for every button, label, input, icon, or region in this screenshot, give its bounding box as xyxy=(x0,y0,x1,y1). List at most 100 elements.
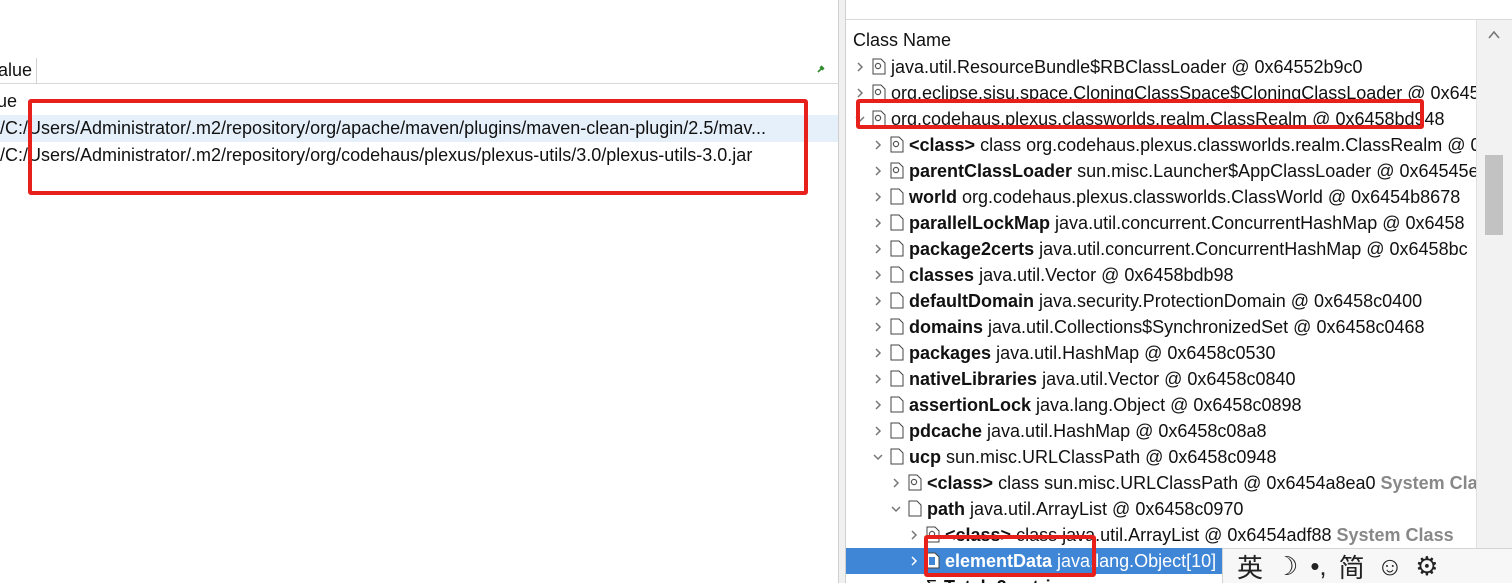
app-window: alue ue /C:/Users/Administrator/.m2/repo… xyxy=(0,0,1512,583)
chevron-right-icon[interactable] xyxy=(908,555,920,567)
punctuation-icon[interactable]: •, xyxy=(1310,551,1326,582)
chevron-right-icon[interactable] xyxy=(872,243,884,255)
field-name: classes xyxy=(909,265,975,285)
class-tree-pane: Class Name java.util.ResourceBundle$RBCl… xyxy=(846,0,1512,583)
scroll-up-arrow-icon[interactable] xyxy=(1487,28,1501,42)
chevron-right-icon[interactable] xyxy=(872,347,884,359)
tree-row-label: defaultDomain java.security.ProtectionDo… xyxy=(909,288,1422,314)
tree-row[interactable]: path java.util.ArrayList @ 0x6458c0970 xyxy=(846,496,1476,522)
tree-row[interactable]: classes java.util.Vector @ 0x6458bdb98 xyxy=(846,262,1476,288)
ime-mode-toggle[interactable]: 简 xyxy=(1339,548,1365,583)
chevron-right-icon[interactable] xyxy=(854,87,866,99)
highlight-box-elementdata xyxy=(924,535,1096,577)
field-name: <class> xyxy=(927,473,994,493)
field-name: pdcache xyxy=(909,421,983,441)
field-value: java.lang.Object @ 0x6458c0898 xyxy=(1031,395,1302,415)
chevron-right-icon[interactable] xyxy=(872,269,884,281)
object-file-icon xyxy=(890,292,904,309)
object-file-icon xyxy=(908,500,922,517)
tree-row[interactable]: world org.codehaus.plexus.classworlds.Cl… xyxy=(846,184,1476,210)
chevron-right-icon[interactable] xyxy=(872,373,884,385)
tree-row-label: assertionLock java.lang.Object @ 0x6458c… xyxy=(909,392,1302,418)
chevron-right-icon[interactable] xyxy=(872,217,884,229)
tree-row-label: ucp sun.misc.URLClassPath @ 0x6458c0948 xyxy=(909,444,1276,470)
tree-row-label: <class> class org.codehaus.plexus.classw… xyxy=(909,132,1481,158)
field-name: assertionLock xyxy=(909,395,1032,415)
object-file-icon xyxy=(890,448,904,465)
ime-language-toggle[interactable]: 英 xyxy=(1237,548,1263,583)
field-value: java.util.Vector @ 0x6458bdb98 xyxy=(974,265,1234,285)
tree-row-label: packages java.util.HashMap @ 0x6458c0530 xyxy=(909,340,1276,366)
chevron-right-icon[interactable] xyxy=(872,191,884,203)
tree-row-label: world org.codehaus.plexus.classworlds.Cl… xyxy=(909,184,1460,210)
tree-row[interactable]: defaultDomain java.security.ProtectionDo… xyxy=(846,288,1476,314)
object-file-icon xyxy=(872,58,886,75)
class-object-icon xyxy=(890,162,904,179)
tree-row[interactable]: parallelLockMap java.util.concurrent.Con… xyxy=(846,210,1476,236)
vertical-scrollbar[interactable] xyxy=(1476,20,1512,583)
settings-gear-icon[interactable]: ⚙ xyxy=(1415,551,1438,582)
object-file-icon xyxy=(890,266,904,283)
field-value: java.util.concurrent.ConcurrentHashMap @… xyxy=(1034,239,1468,259)
tree-row-label: java.util.ResourceBundle$RBClassLoader @… xyxy=(891,54,1363,80)
field-value: org.codehaus.plexus.classworlds.ClassWor… xyxy=(957,187,1461,207)
field-name: package2certs xyxy=(909,239,1035,259)
tree-row[interactable]: nativeLibraries java.util.Vector @ 0x645… xyxy=(846,366,1476,392)
pin-icon[interactable] xyxy=(816,64,826,74)
field-name: path xyxy=(927,499,965,519)
field-name: Total: 2 entries xyxy=(944,577,1071,583)
field-value: sun.misc.URLClassPath @ 0x6458c0948 xyxy=(941,447,1277,467)
tree-row-label: domains java.util.Collections$Synchroniz… xyxy=(909,314,1425,340)
class-name-column-header[interactable]: Class Name xyxy=(846,27,1476,54)
object-file-icon xyxy=(890,344,904,361)
chevron-right-icon[interactable] xyxy=(854,61,866,73)
field-value: java.util.ResourceBundle$RBClassLoader @… xyxy=(891,57,1363,77)
tree-row[interactable]: package2certs java.util.concurrent.Concu… xyxy=(846,236,1476,262)
chevron-right-icon[interactable] xyxy=(872,399,884,411)
field-value: java.util.concurrent.ConcurrentHashMap @… xyxy=(1050,213,1465,233)
tree-row-label: <class> class sun.misc.URLClassPath @ 0x… xyxy=(927,470,1498,496)
pane-top-bar xyxy=(846,0,1512,20)
chevron-down-icon[interactable] xyxy=(890,503,902,515)
tree-row[interactable]: <class> class sun.misc.URLClassPath @ 0x… xyxy=(846,470,1498,496)
tree-row-label: package2certs java.util.concurrent.Concu… xyxy=(909,236,1468,262)
tree-row[interactable]: java.util.ResourceBundle$RBClassLoader @… xyxy=(846,54,1476,80)
chevron-right-icon[interactable] xyxy=(872,425,884,437)
scrollbar-thumb[interactable] xyxy=(1485,155,1503,235)
field-value: java.util.ArrayList @ 0x6458c0970 xyxy=(965,499,1244,519)
field-value: sun.misc.Launcher$AppClassLoader @ 0x645… xyxy=(1072,161,1479,181)
chevron-right-icon[interactable] xyxy=(908,529,920,541)
field-value: class org.codehaus.plexus.classworlds.re… xyxy=(975,135,1481,155)
chevron-right-icon[interactable] xyxy=(872,165,884,177)
column-separator[interactable] xyxy=(36,58,37,84)
field-value: java.util.HashMap @ 0x6458c08a8 xyxy=(982,421,1267,441)
pane-splitter[interactable] xyxy=(838,0,846,583)
tree-row[interactable]: <class> class org.codehaus.plexus.classw… xyxy=(846,132,1481,158)
tree-row-label: parallelLockMap java.util.concurrent.Con… xyxy=(909,210,1465,236)
moon-icon[interactable]: ☽ xyxy=(1275,551,1298,582)
chevron-right-icon[interactable] xyxy=(872,321,884,333)
tree-row[interactable]: ucp sun.misc.URLClassPath @ 0x6458c0948 xyxy=(846,444,1476,470)
value-column-header[interactable]: alue xyxy=(0,58,838,84)
chevron-right-icon[interactable] xyxy=(890,477,902,489)
field-name: world xyxy=(909,187,957,207)
tree-row[interactable]: domains java.util.Collections$Synchroniz… xyxy=(846,314,1476,340)
tree-row[interactable]: parentClassLoader sun.misc.Launcher$AppC… xyxy=(846,158,1479,184)
tree-row-label: classes java.util.Vector @ 0x6458bdb98 xyxy=(909,262,1234,288)
field-name: parallelLockMap xyxy=(909,213,1051,233)
emoji-icon[interactable]: ☺ xyxy=(1377,551,1404,582)
chevron-right-icon[interactable] xyxy=(872,295,884,307)
object-file-icon xyxy=(890,240,904,257)
tree-row[interactable]: packages java.util.HashMap @ 0x6458c0530 xyxy=(846,340,1476,366)
tree-row-label: path java.util.ArrayList @ 0x6458c0970 xyxy=(927,496,1243,522)
field-name: ucp xyxy=(909,447,942,467)
tree-row[interactable]: assertionLock java.lang.Object @ 0x6458c… xyxy=(846,392,1476,418)
field-value: java.security.ProtectionDomain @ 0x6458c… xyxy=(1034,291,1423,311)
field-value: class sun.misc.URLClassPath @ 0x6454a8ea… xyxy=(993,473,1376,493)
chevron-right-icon[interactable] xyxy=(872,139,884,151)
tree-row[interactable]: pdcache java.util.HashMap @ 0x6458c08a8 xyxy=(846,418,1476,444)
chevron-down-icon[interactable] xyxy=(872,451,884,463)
field-name: <class> xyxy=(909,135,976,155)
field-name: parentClassLoader xyxy=(909,161,1073,181)
highlight-box-classrealm xyxy=(856,99,1424,129)
